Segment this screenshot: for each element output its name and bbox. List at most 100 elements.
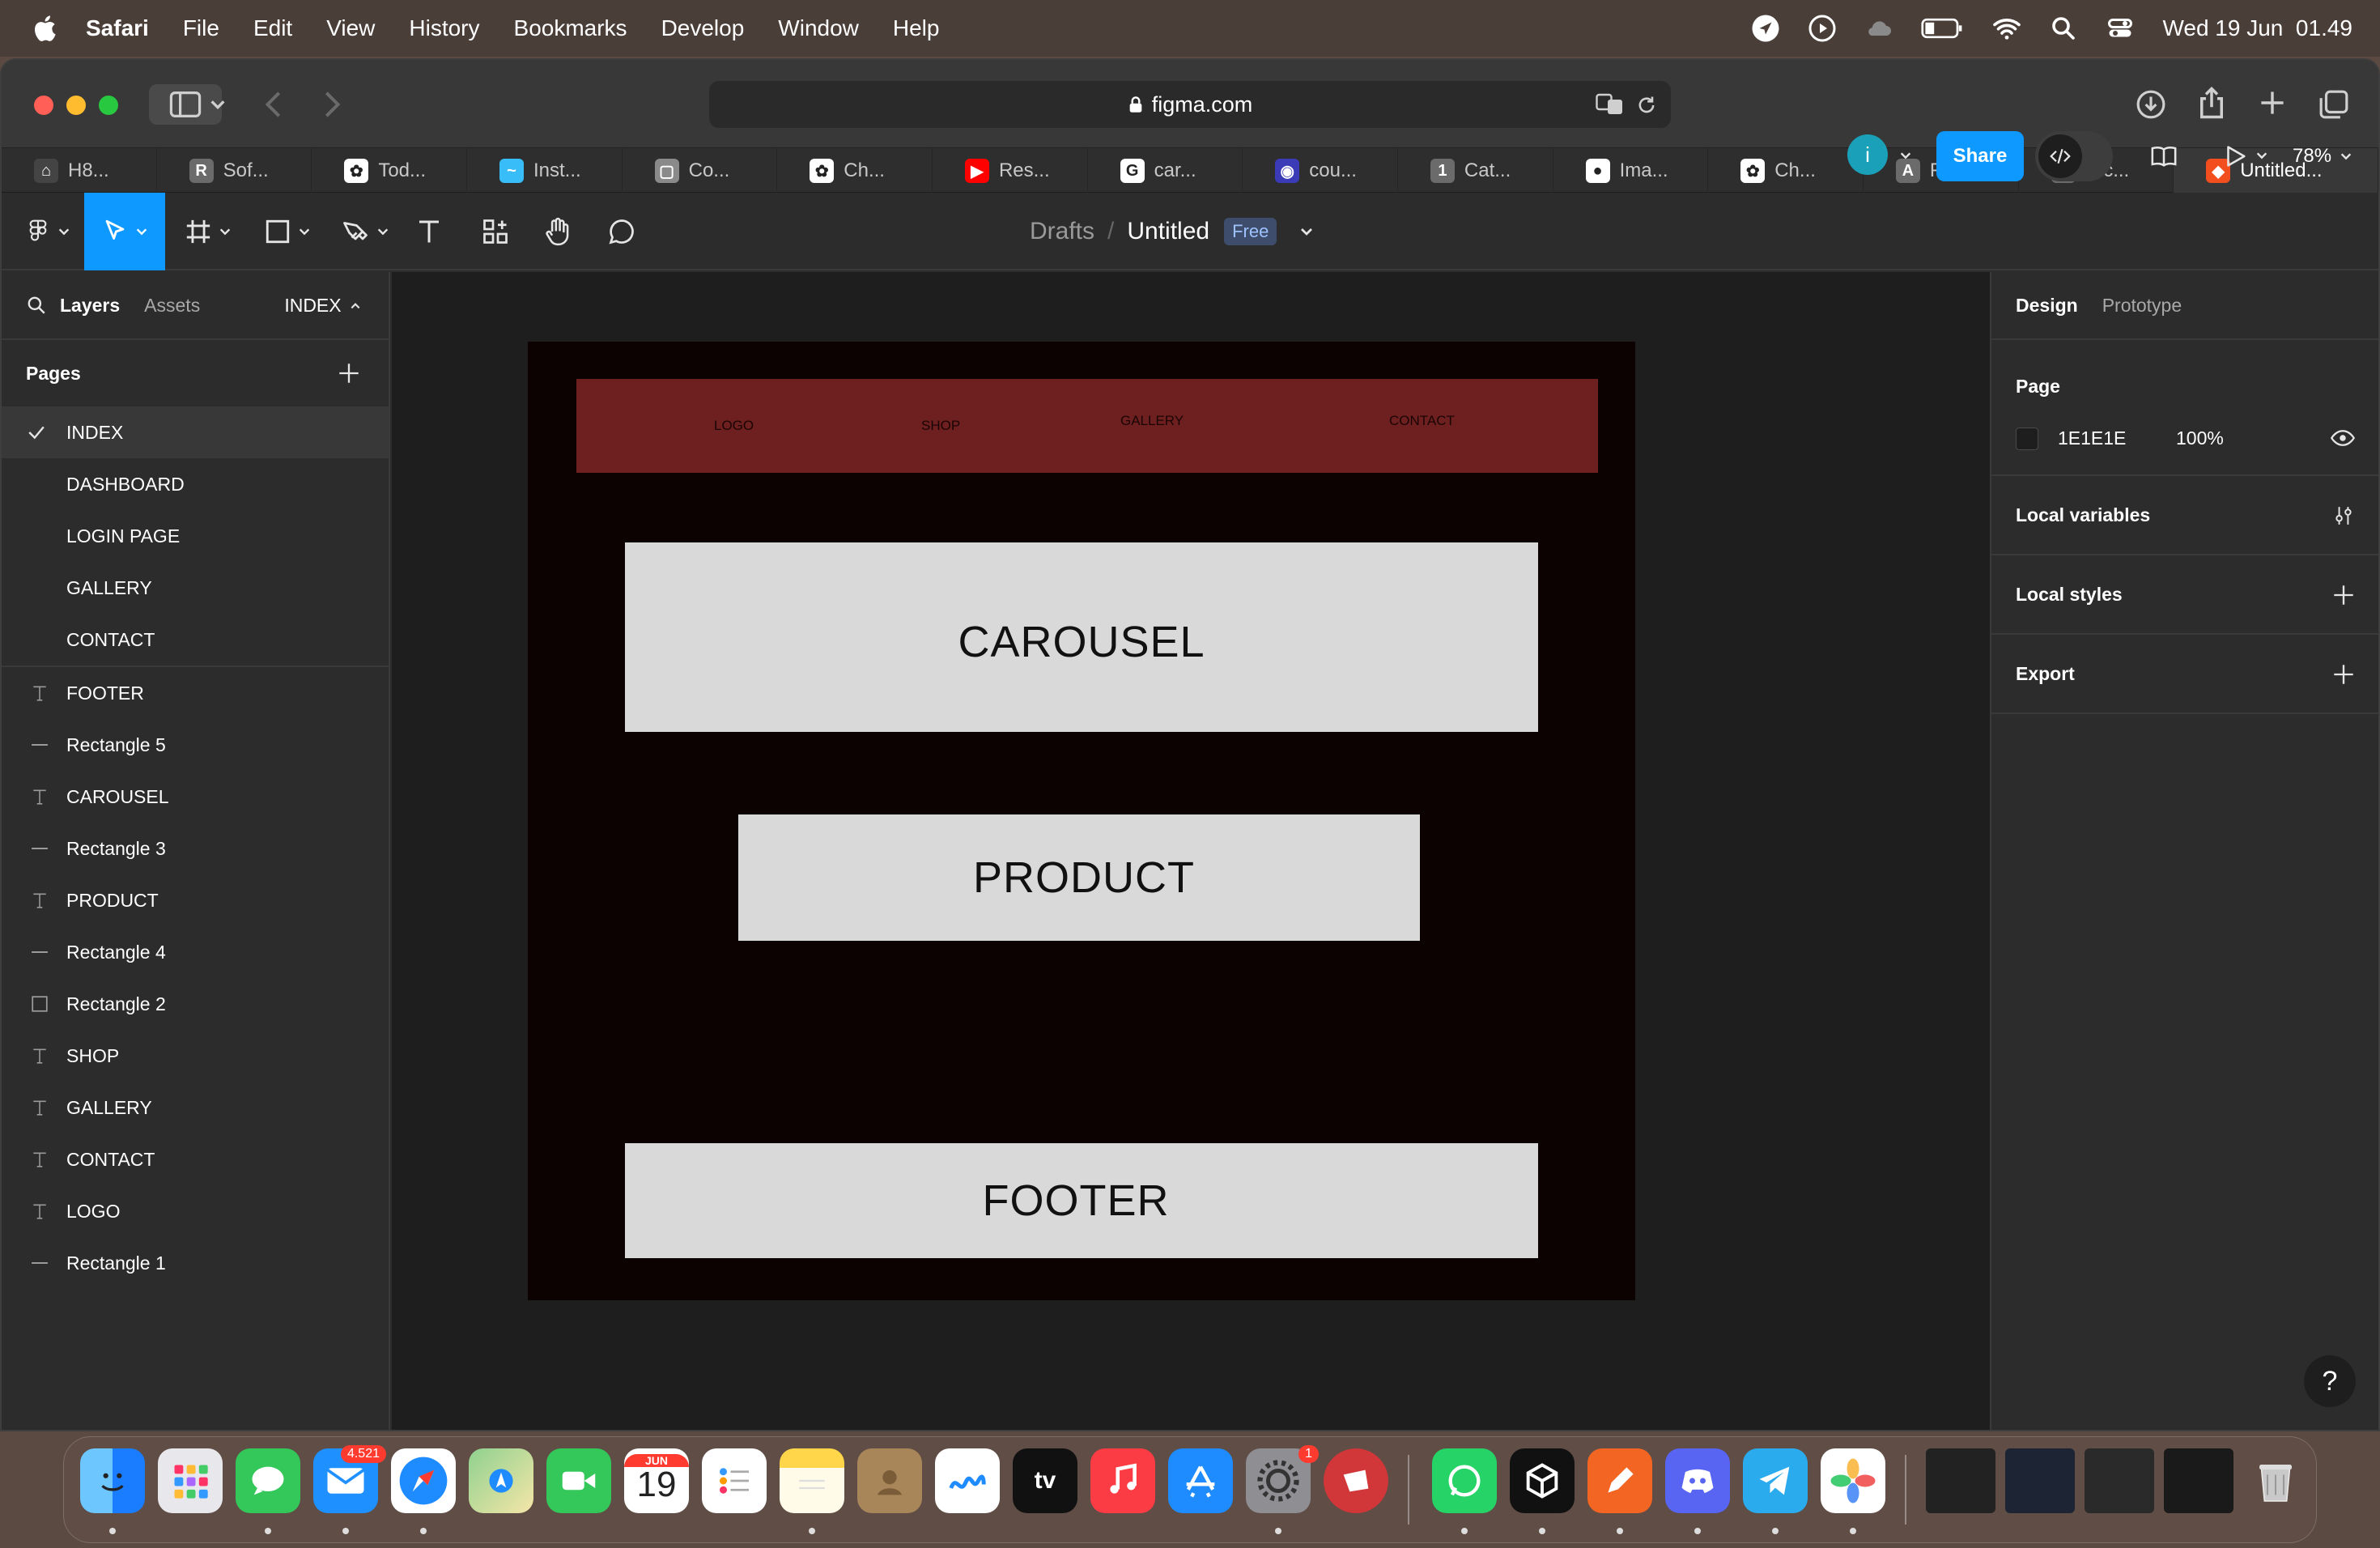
control-center-icon[interactable] <box>2106 14 2135 43</box>
browser-tab[interactable]: R Sof... <box>157 148 312 194</box>
tab-layers[interactable]: Layers <box>60 295 120 317</box>
clock[interactable]: Wed 19 Jun 01.49 <box>2162 15 2352 41</box>
close-window-button[interactable] <box>34 96 53 115</box>
chevron-down-icon[interactable] <box>2255 149 2268 162</box>
browser-tab[interactable]: ✿ Ch... <box>777 148 933 194</box>
dock-minimized-window-3[interactable] <box>2085 1448 2154 1513</box>
browser-tab[interactable]: ◉ cou... <box>1243 148 1398 194</box>
present-icon[interactable] <box>2221 142 2249 170</box>
layer-item[interactable]: LOGO <box>2 1185 389 1237</box>
browser-tab[interactable]: Gcar... <box>1088 148 1243 194</box>
nav-shop-text[interactable]: SHOP <box>921 418 960 434</box>
nav-gallery-text[interactable]: GALLERY <box>1120 413 1184 429</box>
dock-app-store[interactable] <box>1168 1448 1233 1513</box>
browser-tab[interactable]: ▢ Co... <box>623 148 778 194</box>
avatar[interactable]: i <box>1847 134 1888 175</box>
dock-telegram[interactable] <box>1743 1448 1808 1513</box>
browser-tab[interactable]: ▶ Res... <box>933 148 1088 194</box>
new-tab-button[interactable] <box>2259 89 2286 117</box>
product-text[interactable]: PRODUCT <box>973 853 1195 903</box>
file-name[interactable]: Untitled <box>1127 218 1209 245</box>
menu-file[interactable]: File <box>183 15 219 41</box>
carousel-text[interactable]: CAROUSEL <box>958 617 1205 667</box>
index-frame[interactable]: LOGO SHOP GALLERY CONTACT CAROUSEL PRODU… <box>528 342 1635 1300</box>
zoom-menu[interactable]: 78% <box>2293 131 2352 181</box>
main-menu-button[interactable] <box>19 193 76 270</box>
tab-group-chevron[interactable] <box>209 96 227 113</box>
dock-photos[interactable] <box>1821 1448 1885 1513</box>
menu-develop[interactable]: Develop <box>661 15 745 41</box>
share-page-button[interactable] <box>2197 86 2226 120</box>
layer-item[interactable]: SHOP <box>2 1030 389 1082</box>
reload-icon[interactable] <box>1635 94 1658 117</box>
browser-tab[interactable]: ✿ Tod... <box>312 148 467 194</box>
page-color-swatch[interactable] <box>2016 427 2038 450</box>
dock-facetime[interactable] <box>546 1448 611 1513</box>
dock-whatsapp[interactable] <box>1432 1448 1497 1513</box>
browser-tab[interactable]: 1 Cat... <box>1398 148 1553 194</box>
dock-mail[interactable]: 4.521 <box>313 1445 386 1513</box>
page-item[interactable]: INDEX <box>2 406 389 458</box>
tab-assets[interactable]: Assets <box>144 295 200 317</box>
back-button[interactable] <box>261 91 288 118</box>
dock-minimized-window-4[interactable] <box>2164 1448 2233 1513</box>
resources-button[interactable] <box>478 193 513 270</box>
wifi-icon[interactable] <box>1992 14 2021 43</box>
design-canvas[interactable]: LOGO SHOP GALLERY CONTACT CAROUSEL PRODU… <box>392 272 1990 1430</box>
hand-tool-button[interactable] <box>541 193 576 270</box>
translate-icon[interactable] <box>1595 92 1626 117</box>
dock-safari[interactable] <box>391 1448 456 1513</box>
footer-text[interactable]: FOOTER <box>983 1176 1170 1226</box>
local-styles-row[interactable]: Local styles <box>1991 555 2378 635</box>
text-tool-button[interactable] <box>413 193 445 270</box>
menu-app-name[interactable]: Safari <box>86 15 149 41</box>
battery-icon[interactable] <box>1921 16 1965 40</box>
chevron-down-icon[interactable] <box>1299 224 1314 239</box>
page-item[interactable]: LOGIN PAGE <box>2 510 389 562</box>
add-export-icon[interactable] <box>2333 664 2354 685</box>
address-bar[interactable]: figma.com <box>709 81 1671 128</box>
nav-logo-text[interactable]: LOGO <box>714 418 754 434</box>
dock-trash[interactable] <box>2243 1448 2308 1513</box>
layer-item[interactable]: GALLERY <box>2 1082 389 1133</box>
help-button[interactable]: ? <box>2304 1355 2356 1407</box>
tab-overview-button[interactable] <box>2318 89 2349 120</box>
dock-apple-tv[interactable]: tv <box>1013 1448 1077 1513</box>
browser-tab[interactable]: ✿ Ch... <box>1708 148 1864 194</box>
dock-minimized-window-2[interactable] <box>2005 1448 2075 1513</box>
page-item[interactable]: CONTACT <box>2 614 389 666</box>
menu-bookmarks[interactable]: Bookmarks <box>514 15 627 41</box>
menu-view[interactable]: View <box>326 15 375 41</box>
move-tool-button[interactable] <box>84 193 165 270</box>
page-item[interactable]: DASHBOARD <box>2 458 389 510</box>
page-opacity[interactable]: 100% <box>2176 427 2224 449</box>
forward-button[interactable] <box>317 91 345 118</box>
pen-tool-button[interactable] <box>337 193 393 270</box>
eye-icon[interactable] <box>2330 426 2356 450</box>
layer-item[interactable]: CAROUSEL <box>2 771 389 823</box>
layer-item[interactable]: FOOTER <box>2 667 389 719</box>
chevron-down-icon[interactable] <box>1899 149 1912 162</box>
search-icon[interactable] <box>2049 14 2078 43</box>
page-item[interactable]: GALLERY <box>2 562 389 614</box>
export-row[interactable]: Export <box>1991 635 2378 714</box>
library-icon[interactable] <box>2148 142 2179 170</box>
layer-item[interactable]: Rectangle 1 <box>2 1237 389 1289</box>
menu-help[interactable]: Help <box>893 15 940 41</box>
zoom-window-button[interactable] <box>99 96 118 115</box>
nav-contact-text[interactable]: CONTACT <box>1389 413 1455 429</box>
menu-window[interactable]: Window <box>778 15 859 41</box>
dock-finder[interactable] <box>80 1448 145 1513</box>
cloud-icon[interactable] <box>1864 14 1893 43</box>
plan-badge[interactable]: Free <box>1224 218 1277 245</box>
tab-design[interactable]: Design <box>2016 295 2078 317</box>
dock-system-settings[interactable]: 1 <box>1246 1445 1319 1513</box>
location-icon[interactable] <box>1751 14 1780 43</box>
dock-calendar[interactable]: JUN 19 <box>624 1448 689 1513</box>
menu-edit[interactable]: Edit <box>253 15 292 41</box>
layer-item[interactable]: CONTACT <box>2 1133 389 1185</box>
browser-tab[interactable]: ⌂ H8... <box>2 148 157 194</box>
minimize-window-button[interactable] <box>66 96 86 115</box>
dock-messages[interactable] <box>236 1448 300 1513</box>
browser-tab[interactable]: ● Ima... <box>1553 148 1709 194</box>
